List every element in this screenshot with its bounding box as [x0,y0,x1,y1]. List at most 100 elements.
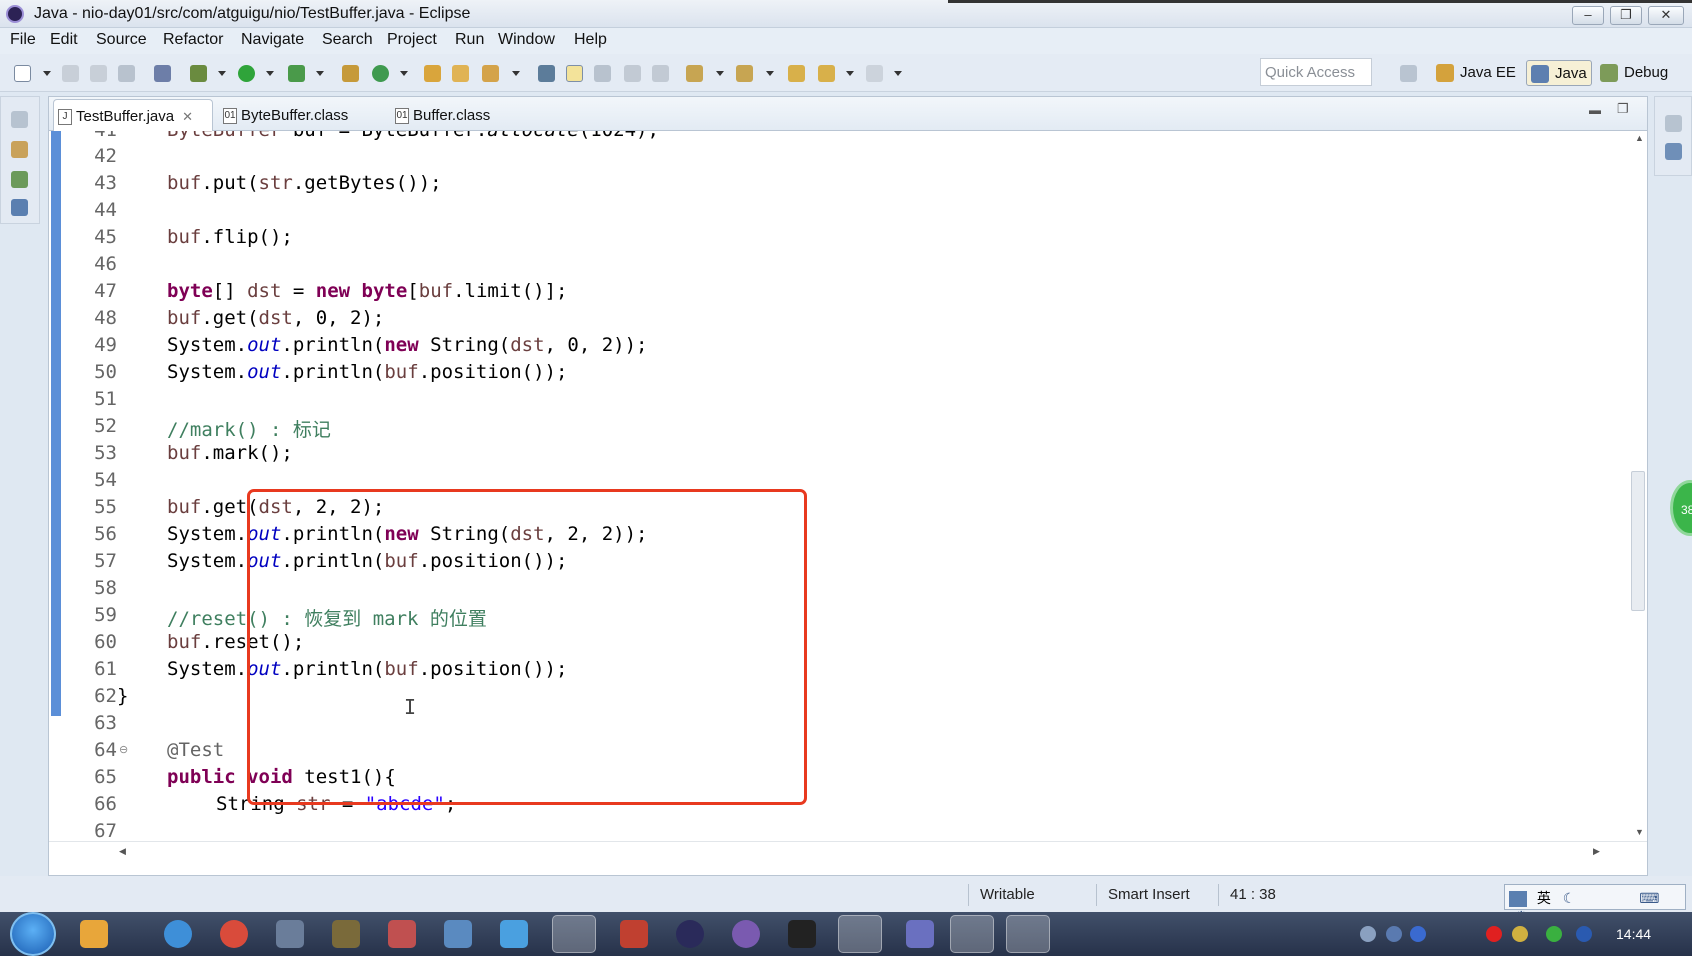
menu-search[interactable]: Search [322,31,373,49]
ime-toolbar[interactable]: 英 ☾ ⌨ ⚙ [1504,884,1686,912]
tab-bytebuffer-class[interactable]: 01 ByteBuffer.class [219,99,379,131]
menu-run[interactable]: Run [455,31,484,49]
code-line[interactable]: System.out.println(buf.position()); [167,361,567,383]
perspective-debug[interactable]: Debug [1596,60,1672,86]
ime-language[interactable]: 英 [1537,890,1551,906]
restore-right-view-icon[interactable] [1665,115,1682,132]
tab-testbuffer-java[interactable]: J TestBuffer.java ✕ [53,99,213,131]
minimize-button[interactable]: – [1572,6,1604,25]
vertical-scrollbar[interactable]: ▲ ▼ [1607,131,1647,841]
taskbar-clock[interactable]: 14:44 [1616,926,1651,942]
menu-source[interactable]: Source [96,31,147,49]
menu-navigate[interactable]: Navigate [241,31,304,49]
tray-icon[interactable] [1386,926,1402,942]
annotation-icon[interactable] [538,65,555,82]
taskbar-cmd-icon[interactable] [788,920,816,948]
close-window-button[interactable]: ✕ [1648,6,1684,25]
menu-project[interactable]: Project [387,31,437,49]
restore-view-icon[interactable] [11,111,28,128]
save-icon[interactable] [62,65,79,82]
horizontal-scrollbar[interactable]: ◀ ▶ [49,841,1647,865]
save-all-icon[interactable] [90,65,107,82]
quick-access-input[interactable]: Quick Access [1260,58,1372,86]
perspective-java-ee[interactable]: Java EE [1432,60,1520,86]
open-perspective-icon[interactable] [1400,65,1417,82]
show-whitespace-icon[interactable] [624,65,641,82]
debug-icon[interactable] [190,65,207,82]
tray-help-icon[interactable] [1410,926,1426,942]
ime-moon-icon[interactable]: ☾ [1563,890,1576,906]
code-line[interactable]: ByteBuffer buf = ByteBuffer.allocate(102… [167,131,659,141]
taskbar-app-icon[interactable] [332,920,360,948]
new-icon[interactable] [14,65,31,82]
taskbar-powerpoint-icon[interactable] [1006,915,1050,953]
floating-badge[interactable]: 38 [1670,480,1692,536]
restore-button[interactable]: ❐ [1610,6,1642,25]
taskbar-app-icon[interactable] [388,920,416,948]
code-annotation[interactable]: @Test [167,739,224,761]
back-icon[interactable] [818,65,835,82]
next-annotation-icon[interactable] [686,65,703,82]
skip-breakpoints-icon[interactable] [154,65,171,82]
hierarchy-icon[interactable] [11,171,28,188]
taskbar-eclipse-icon[interactable] [676,920,704,948]
print-icon[interactable] [118,65,135,82]
new-class-icon[interactable] [372,65,389,82]
task-list-icon[interactable] [1665,143,1682,160]
ime-keyboard-icon[interactable]: ⌨ [1639,890,1659,906]
external-tools-dropdown-icon[interactable] [316,71,324,76]
menu-file[interactable]: File [10,31,36,49]
run-dropdown-icon[interactable] [266,71,274,76]
outline-icon[interactable] [11,199,28,216]
code-line[interactable]: } [117,685,128,707]
code-comment[interactable]: //mark() : 标记 [167,415,331,442]
code-line[interactable]: System.out.println(new String(dst, 0, 2)… [167,334,647,356]
search-dropdown-icon[interactable] [512,71,520,76]
taskbar-ie-icon[interactable] [164,920,192,948]
menu-refactor[interactable]: Refactor [163,31,223,49]
start-button-icon[interactable] [10,912,56,956]
close-tab-icon[interactable]: ✕ [182,109,193,124]
code-line[interactable]: buf.mark(); [167,442,293,464]
scrollbar-thumb[interactable] [1631,471,1645,611]
new-class-dropdown-icon[interactable] [400,71,408,76]
package-explorer-icon[interactable] [11,141,28,158]
debug-dropdown-icon[interactable] [218,71,226,76]
open-type-icon[interactable] [424,65,441,82]
taskbar-app-icon[interactable] [906,920,934,948]
fold-toggle-icon[interactable]: ⊖ [119,743,128,756]
taskbar-app-icon[interactable] [620,920,648,948]
menu-window[interactable]: Window [498,31,555,49]
previous-annotation-dropdown-icon[interactable] [766,71,774,76]
taskbar-app-icon[interactable] [732,920,760,948]
tray-record-icon[interactable] [1486,926,1502,942]
taskbar-app-icon[interactable] [552,915,596,953]
tray-icon[interactable] [1512,926,1528,942]
code-line[interactable]: buf.put(str.getBytes()); [167,172,442,194]
tray-bluetooth-icon[interactable] [1576,926,1592,942]
search-tool-icon[interactable] [482,65,499,82]
next-annotation-dropdown-icon[interactable] [716,71,724,76]
menu-help[interactable]: Help [574,31,607,49]
code-line[interactable]: buf.get(dst, 0, 2); [167,307,384,329]
external-tools-icon[interactable] [288,65,305,82]
tab-buffer-class[interactable]: 01 Buffer.class [391,99,531,131]
open-task-icon[interactable] [452,65,469,82]
taskbar-app-icon[interactable] [444,920,472,948]
tray-icon[interactable] [1546,926,1562,942]
last-edit-icon[interactable] [788,65,805,82]
new-dropdown-icon[interactable] [43,71,51,76]
scroll-right-icon[interactable]: ▶ [1593,846,1600,857]
forward-icon[interactable] [866,65,883,82]
scroll-left-icon[interactable]: ◀ [119,846,126,857]
previous-annotation-icon[interactable] [736,65,753,82]
pilcrow-icon[interactable] [652,65,669,82]
taskbar-app-icon[interactable] [80,920,108,948]
perspective-java[interactable]: Java [1526,60,1592,86]
scroll-down-icon[interactable]: ▼ [1635,827,1644,837]
maximize-editor-icon[interactable]: ❐ [1617,101,1629,117]
taskbar-chrome-icon[interactable] [220,920,248,948]
toggle-block-selection-icon[interactable] [594,65,611,82]
new-package-icon[interactable] [342,65,359,82]
menu-edit[interactable]: Edit [50,31,78,49]
